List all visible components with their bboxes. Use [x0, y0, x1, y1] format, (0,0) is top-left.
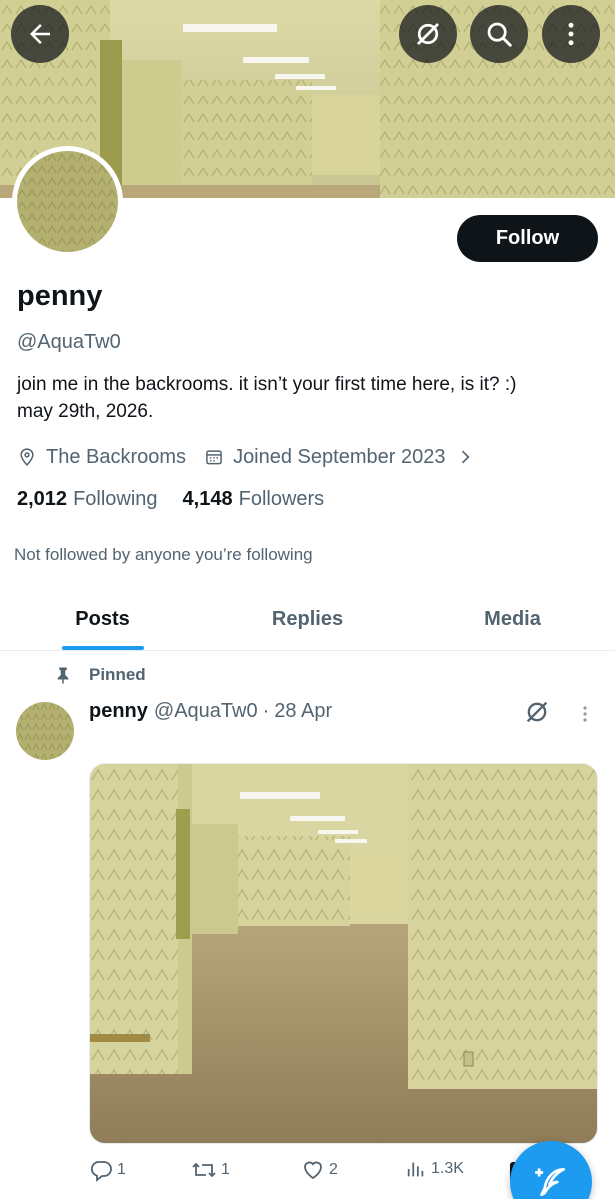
joined-date[interactable]: Joined September 2023: [204, 446, 475, 469]
tab-replies[interactable]: Replies: [205, 588, 410, 650]
grok-icon: [526, 701, 548, 723]
tab-media[interactable]: Media: [410, 588, 615, 650]
location: The Backrooms: [17, 446, 186, 469]
followers-link[interactable]: 4,148 Followers: [183, 488, 325, 511]
joined-text: Joined September 2023: [233, 445, 446, 468]
search-button[interactable]: [470, 5, 528, 63]
repost-count: 1: [221, 1161, 230, 1178]
following-link[interactable]: 2,012 Following: [17, 488, 158, 511]
bio-line-2: may 29th, 2026.: [17, 401, 154, 422]
back-button[interactable]: [11, 5, 69, 63]
profile-meta: The Backrooms Joined September 2023: [17, 443, 475, 471]
views-count: 1.3K: [431, 1160, 464, 1177]
pin-icon: [57, 667, 69, 684]
followers-count: 4,148: [182, 488, 233, 510]
tab-posts-label: Posts: [75, 607, 130, 630]
post-actions: 1 1 2 1.3K: [89, 1158, 509, 1190]
more-vertical-icon: [568, 22, 574, 46]
post-grok-button[interactable]: [523, 698, 551, 731]
like-button[interactable]: 2: [301, 1158, 338, 1182]
following-label: Following: [73, 488, 158, 510]
pinned-label: Pinned: [89, 665, 146, 684]
follow-button[interactable]: Follow: [457, 215, 598, 262]
compose-feather-icon: [535, 1167, 566, 1197]
location-pin-icon: [20, 448, 34, 466]
repost-icon: [192, 1162, 216, 1178]
post-header: penny @AquaTw0 · 28 Apr: [89, 700, 332, 723]
post-author-handle[interactable]: @AquaTw0: [154, 700, 258, 723]
profile-stats: 2,012 Following 4,148 Followers: [17, 488, 324, 511]
reply-icon: [90, 1161, 112, 1182]
post-date[interactable]: 28 Apr: [274, 700, 332, 723]
post-author-avatar[interactable]: [16, 702, 74, 760]
like-count: 2: [329, 1161, 338, 1178]
grok-icon: [417, 23, 439, 45]
not-followed-notice: Not followed by anyone you’re following: [14, 545, 313, 564]
views-button[interactable]: 1.3K: [405, 1158, 464, 1180]
profile-bio: join me in the backrooms. it isn’t your …: [17, 371, 602, 425]
active-tab-indicator: [61, 646, 144, 650]
more-vertical-icon: [583, 706, 587, 722]
profile-tabs: Posts Replies Media: [0, 588, 615, 651]
tab-media-label: Media: [484, 607, 541, 630]
tab-replies-label: Replies: [271, 607, 344, 630]
bio-line-1: join me in the backrooms. it isn’t your …: [17, 374, 517, 395]
profile-handle: @AquaTw0: [17, 331, 121, 353]
reply-button[interactable]: 1: [89, 1158, 126, 1182]
more-button[interactable]: [542, 5, 600, 63]
chevron-right-icon: [462, 450, 470, 464]
reply-count: 1: [117, 1161, 126, 1178]
profile-avatar[interactable]: [12, 146, 123, 257]
tab-posts[interactable]: Posts: [0, 588, 205, 650]
pinned-indicator: Pinned: [54, 664, 146, 686]
following-count: 2,012: [17, 488, 68, 510]
heart-icon: [304, 1161, 322, 1180]
post-separator: ·: [262, 700, 270, 722]
calendar-icon: [206, 450, 222, 465]
views-chart-icon: [407, 1162, 424, 1177]
post-image[interactable]: [89, 763, 598, 1144]
arrow-left-icon: [30, 24, 50, 44]
post-more-button[interactable]: [577, 702, 593, 731]
compose-post-button[interactable]: [510, 1141, 592, 1199]
post-author-name[interactable]: penny: [89, 700, 148, 723]
search-icon: [487, 22, 512, 47]
location-text: The Backrooms: [46, 445, 187, 468]
repost-button[interactable]: 1: [191, 1158, 230, 1182]
grok-button[interactable]: [399, 5, 457, 63]
followers-label: Followers: [238, 488, 325, 510]
profile-name: penny: [17, 280, 103, 312]
